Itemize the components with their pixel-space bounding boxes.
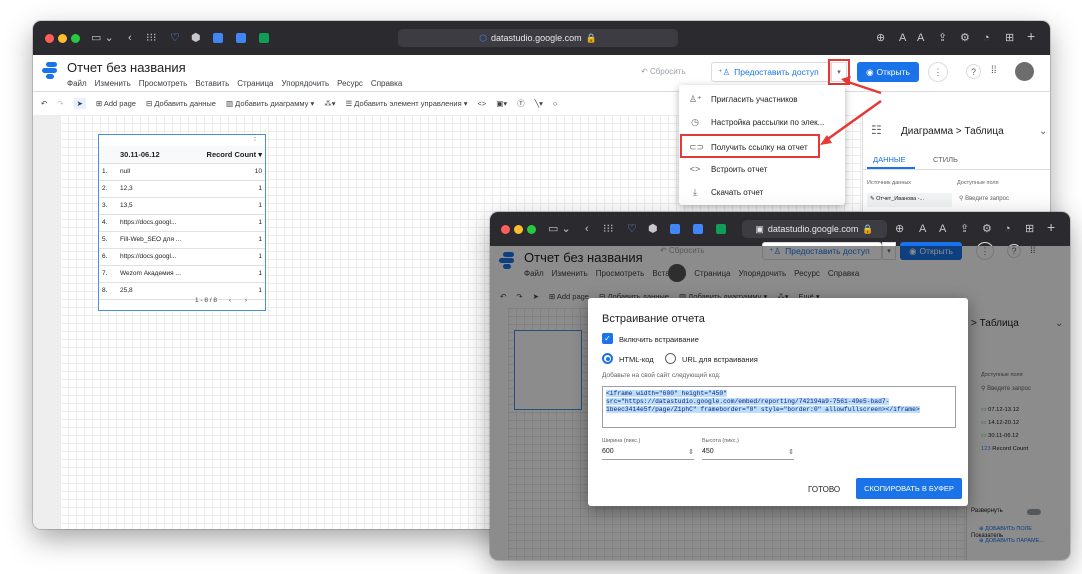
stepper-icon: ⇕ [788,449,794,456]
site-icon: ▣ [755,223,764,234]
embed-code-text: <iframe width="600" height="450" src="ht… [606,390,920,413]
annotation-arrow-2 [824,99,882,143]
close-window-button[interactable] [501,225,510,234]
lock-icon: 🔒 [862,223,874,234]
embed-code-textarea[interactable]: <iframe width="600" height="450" src="ht… [602,386,956,428]
radio-html-label: HTML-код [619,355,654,364]
embed-report-dialog: Встраивание отчета ✓ Включить встраивани… [588,298,968,506]
maximize-window-button[interactable] [527,225,536,234]
tabs-overview-icon[interactable]: ⊞ [1025,222,1034,236]
extension-icon[interactable]: ⬢ [648,222,658,236]
dialog-title: Встраивание отчета [602,313,705,325]
copy-to-clipboard-button[interactable]: СКОПИРОВАТЬ В БУФЕР [856,478,962,499]
height-value: 450 [702,448,714,455]
width-input[interactable]: 600 ⇕ [602,448,694,460]
minimize-window-button[interactable] [514,225,523,234]
share-icon[interactable]: ⇪ [960,222,969,236]
radio-embed-url[interactable] [665,353,676,364]
height-input[interactable]: 450 ⇕ [702,448,794,460]
history-icon[interactable]: ◔ [1004,222,1011,236]
width-label: Ширина (пикс.) [602,438,641,444]
enable-embed-checkbox[interactable]: ✓ [602,333,613,344]
height-label: Высота (пикс.) [702,438,739,444]
text-smaller-icon[interactable]: A [919,222,926,236]
annotation-arrow-1 [844,79,882,95]
radio-html-code[interactable] [602,353,613,364]
text-larger-icon[interactable]: A [939,222,946,236]
shield-icon[interactable]: ♡ [627,222,637,236]
docs-extension-icon[interactable] [670,224,680,234]
sheets-extension-icon[interactable] [716,224,726,234]
grid-icon[interactable]: ⁝⁝⁝ [603,222,614,236]
address-bar-2[interactable]: ▣ datastudio.google.com 🔒 [742,220,887,238]
enable-embed-label: Включить встраивание [619,335,699,344]
done-button[interactable]: ГОТОВО [808,485,840,494]
embed-instruction: Добавьте на свой сайт следующий код: [602,372,721,379]
radio-url-label: URL для встраивания [682,355,758,364]
back-icon[interactable]: ‹ [585,222,589,236]
stepper-icon: ⇕ [688,449,694,456]
width-value: 600 [602,448,614,455]
browser-titlebar-2: ▭ ⌄ ‹ ⁝⁝⁝ ♡ ⬢ ▣ datastudio.google.com 🔒 … [490,212,1070,246]
docs-extension-icon-2[interactable] [693,224,703,234]
new-tab-icon[interactable]: + [1047,220,1055,234]
download-icon[interactable]: ⊕ [895,222,904,236]
address-url-2: datastudio.google.com [767,224,859,234]
browser-window-embed: ▭ ⌄ ‹ ⁝⁝⁝ ♡ ⬢ ▣ datastudio.google.com 🔒 … [490,212,1070,560]
sidebar-icon[interactable]: ▭ ⌄ [548,222,571,236]
settings-icon[interactable]: ⚙ [982,222,992,236]
